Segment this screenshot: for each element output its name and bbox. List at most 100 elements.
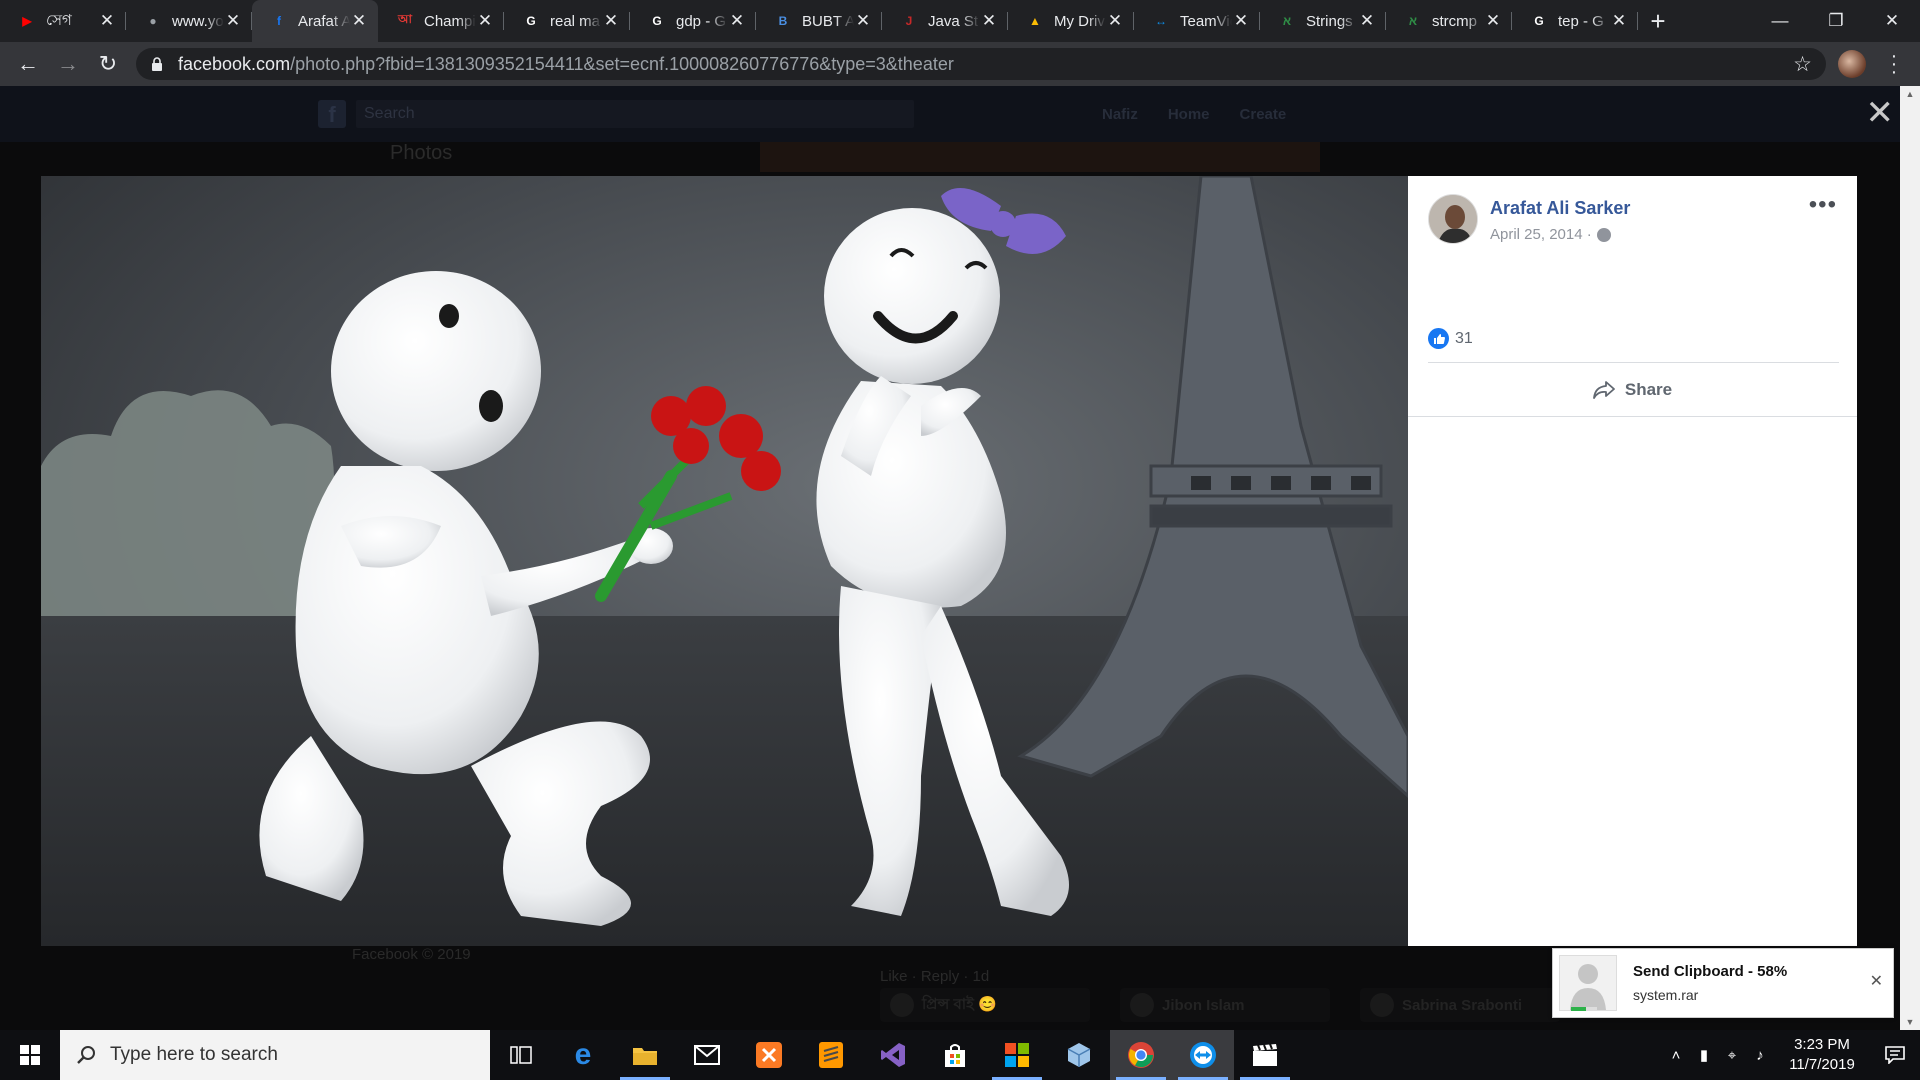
nav-home[interactable]: Home [1168,106,1210,123]
tab-4[interactable]: Greal ma ✕ [504,0,630,42]
tab-close-icon[interactable]: ✕ [476,11,494,31]
facebook-logo-icon[interactable]: f [318,100,346,128]
transfer-notification[interactable]: Send Clipboard - 58% system.rar ✕ [1552,948,1894,1018]
notification-close-icon[interactable]: ✕ [1870,971,1883,991]
browser-menu-icon[interactable]: · · · [1884,46,1904,82]
tab-0[interactable]: ▶ সেগ ✕ [0,0,126,42]
restore-button[interactable]: ❐ [1808,0,1864,42]
nav-profile[interactable]: Nafiz [1102,106,1138,123]
file-explorer-icon[interactable] [614,1030,676,1080]
windows-app-icon[interactable] [986,1030,1048,1080]
lock-icon[interactable] [150,57,164,71]
java-icon: J [905,14,913,28]
close-window-button[interactable]: ✕ [1864,0,1920,42]
tab-6[interactable]: B BUBT A ✕ [756,0,882,42]
forward-button[interactable]: → [48,44,88,84]
more-options-button[interactable]: ••• [1809,193,1837,217]
post-photo[interactable] [41,176,1408,946]
show-hidden-icons-icon[interactable]: ˄ [1662,1047,1690,1064]
tab-7[interactable]: J Java St ✕ [882,0,1008,42]
store-icon[interactable] [924,1030,986,1080]
google-icon: G [1534,14,1544,28]
windows-taskbar: Type here to search e ˄ ▮ ⌖ ♪ 3:23 PM 11… [0,1030,1920,1080]
task-view-icon[interactable] [490,1030,552,1080]
notification-title: Send Clipboard - 58% [1633,963,1788,980]
like-count[interactable]: 31 [1428,328,1473,349]
teamviewer-icon[interactable] [1172,1030,1234,1080]
tab-1[interactable]: ● www.yo ✕ [126,0,252,42]
chat-chip[interactable]: প্রিন্স বাই 😊 [880,988,1090,1022]
tab-close-icon[interactable]: ✕ [602,11,620,31]
tab-close-icon[interactable]: ✕ [98,11,116,31]
tab-close-icon[interactable]: ✕ [1484,11,1502,31]
url-text: facebook.com/photo.php?fbid=138130935215… [178,53,954,74]
profile-avatar[interactable] [1838,50,1866,78]
tab-2[interactable]: f Arafat Ali✕ [252,0,378,42]
tab-close-icon[interactable]: ✕ [1232,11,1250,31]
chat-chip[interactable]: Jibon Islam [1120,988,1330,1022]
post-date-text[interactable]: April 25, 2014 · [1490,226,1592,243]
tab-close-icon[interactable]: ✕ [728,11,746,31]
xampp-icon[interactable] [738,1030,800,1080]
wifi-icon[interactable]: ⌖ [1718,1047,1746,1064]
bookmark-star-icon[interactable]: ☆ [1793,52,1812,77]
visual-studio-icon[interactable] [862,1030,924,1080]
clock[interactable]: 3:23 PM 11/7/2019 [1774,1035,1870,1075]
mail-icon[interactable] [676,1030,738,1080]
tab-5[interactable]: Ggdp - G ✕ [630,0,756,42]
windows-start-icon[interactable] [0,1030,60,1080]
post-date[interactable]: April 25, 2014 · [1490,226,1611,243]
news-icon: আ [398,12,412,26]
tab-10[interactable]: א Strings ✕ [1260,0,1386,42]
battery-icon[interactable]: ▮ [1690,1046,1718,1064]
back-button[interactable]: ← [8,44,48,84]
google-icon: G [652,14,662,28]
address-bar[interactable]: facebook.com/photo.php?fbid=138130935215… [136,48,1826,80]
divider [1408,416,1857,417]
nav-create[interactable]: Create [1240,106,1287,123]
tab-title: Arafat Ali [298,12,350,30]
tab-title: BUBT A [802,12,854,30]
taskbar-search-input[interactable]: Type here to search [60,1030,490,1080]
tab-close-icon[interactable]: ✕ [224,11,242,31]
tab-title: Java St [928,12,979,30]
google-icon: G [526,14,536,28]
author-avatar[interactable] [1428,194,1478,244]
new-tab-button[interactable]: + [1638,0,1678,42]
minimize-button[interactable]: — [1752,0,1808,42]
chrome-icon[interactable] [1110,1030,1172,1080]
tab-8[interactable]: ▲ My Drive✕ [1008,0,1134,42]
tab-close-icon[interactable]: ✕ [854,11,872,31]
volume-icon[interactable]: ♪ [1746,1047,1774,1064]
scroll-down-icon[interactable]: ▼ [1900,1014,1920,1030]
tab-close-icon[interactable]: ✕ [1610,11,1628,31]
tab-close-icon[interactable]: ✕ [1106,11,1124,31]
post-info-panel: Arafat Ali Sarker April 25, 2014 · ••• 3… [1408,176,1857,946]
scroll-up-icon[interactable]: ▲ [1900,86,1920,102]
chat-chip[interactable]: Sabrina Srabonti [1360,988,1560,1022]
sublime-text-icon[interactable] [800,1030,862,1080]
tab-close-icon[interactable]: ✕ [980,11,998,31]
edge-icon[interactable]: e [552,1030,614,1080]
tab-12[interactable]: Gtep - G ✕ [1512,0,1638,42]
close-theater-icon[interactable]: ✕ [1866,96,1895,130]
tab-3[interactable]: আ Champion✕ [378,0,504,42]
tab-9[interactable]: ↔ TeamViewer✕ [1134,0,1260,42]
tab-close-icon[interactable]: ✕ [350,11,368,31]
tab-close-icon[interactable]: ✕ [1358,11,1376,31]
chip-label: প্রিন্স বাই 😊 [922,995,997,1013]
transfer-progress-bar [1571,1007,1597,1011]
tab-11[interactable]: א strcmp ✕ [1386,0,1512,42]
clapperboard-icon[interactable] [1234,1030,1296,1080]
share-button[interactable]: Share [1408,366,1857,414]
page-scrollbar[interactable]: ▲ ▼ [1900,86,1920,1030]
window-controls: — ❐ ✕ [1752,0,1920,42]
globe-icon: ● [149,14,157,28]
action-center-icon[interactable] [1870,1046,1920,1064]
facebook-search-input[interactable]: Search [356,100,914,128]
footer-text: Facebook © 2019 [352,946,471,963]
reload-button[interactable]: ↻ [88,44,128,84]
notification-filename: system.rar [1633,987,1699,1003]
author-name-link[interactable]: Arafat Ali Sarker [1490,198,1630,219]
virtualbox-icon[interactable] [1048,1030,1110,1080]
